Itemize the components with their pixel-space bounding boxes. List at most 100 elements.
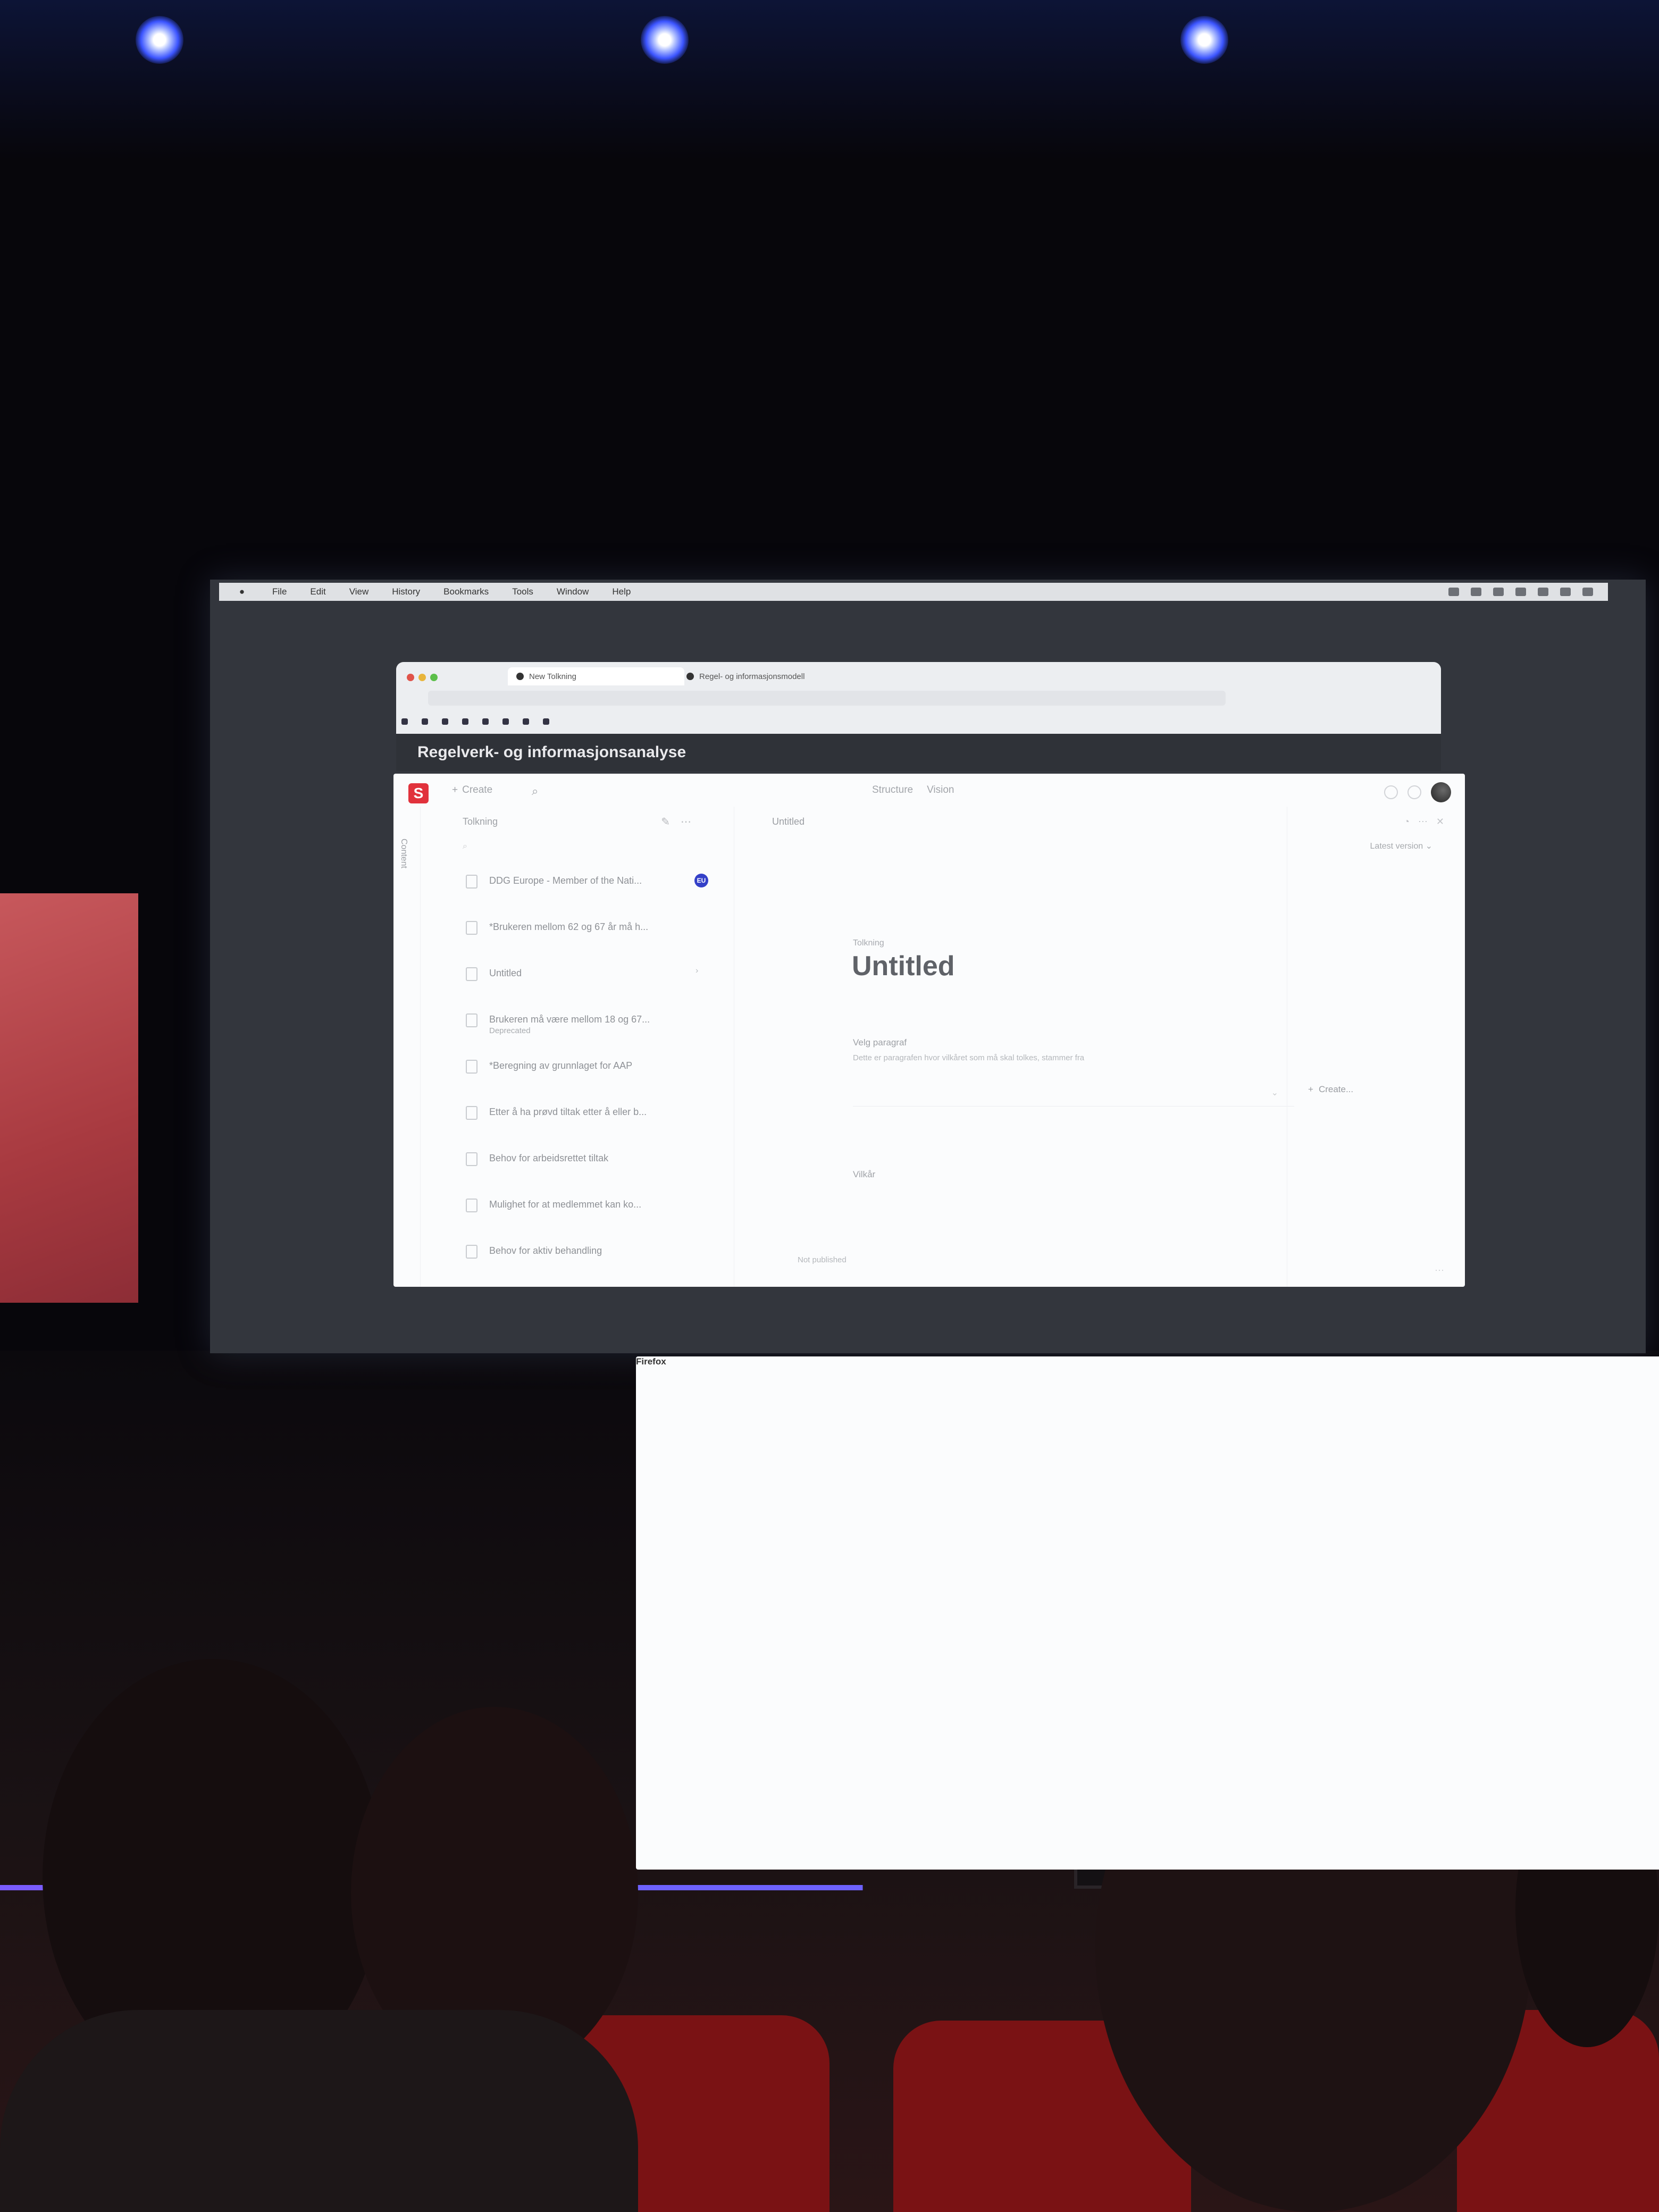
maximize-window-button[interactable] — [430, 674, 438, 681]
bookmark-item[interactable] — [502, 717, 512, 725]
bookmark-icon — [462, 718, 468, 725]
tab-vision[interactable]: Vision — [927, 784, 954, 796]
bookmark-icon — [422, 718, 428, 725]
tray-icon[interactable] — [1493, 588, 1504, 596]
tab-structure[interactable]: Structure — [872, 784, 913, 796]
list-item-title: *Beregning av grunnlaget for AAP — [489, 1060, 633, 1071]
list-item[interactable]: DDG Europe - Member of the Nati... EU — [463, 872, 718, 918]
document-editor: Untitled Tolkning Untitled Velg paragraf… — [734, 807, 1353, 1287]
list-item-title: DDG Europe - Member of the Nati... — [489, 875, 642, 886]
list-item[interactable]: Behov for arbeidsrettet tiltak — [463, 1149, 718, 1195]
more-icon[interactable]: ⋯ — [1418, 816, 1428, 827]
eu-badge-icon: EU — [694, 874, 708, 887]
tab-favicon-icon — [516, 673, 524, 680]
cms-app: S + Create ⌕ Structure Vision Content To… — [393, 774, 1465, 1287]
help-icon[interactable] — [1384, 785, 1398, 799]
menu-tools[interactable]: Tools — [512, 586, 533, 597]
list-item-title: Behov for arbeidsrettet tiltak — [489, 1153, 609, 1163]
bookmark-icon — [543, 718, 549, 725]
search-icon[interactable]: ⌕ — [532, 784, 538, 798]
chevron-down-icon[interactable]: ⌄ — [1271, 1087, 1278, 1098]
bookmark-item[interactable] — [523, 717, 532, 725]
mac-menu-bar: ● Firefox File Edit View History Bookmar… — [219, 583, 1659, 1870]
editor-tab-title: Untitled — [772, 816, 805, 827]
list-item[interactable]: Etter å ha prøvd tiltak etter å eller b.… — [463, 1103, 718, 1149]
plus-icon: + — [452, 784, 458, 795]
create-label: Create — [462, 784, 493, 795]
stage-light — [641, 16, 689, 64]
site-header: Regelverk- og informasjonsanalyse — [396, 734, 1441, 771]
document-icon — [466, 1060, 477, 1074]
menu-bookmarks[interactable]: Bookmarks — [443, 586, 489, 597]
bookmark-item[interactable] — [482, 717, 492, 725]
conditions-field-label: Vilkår — [853, 1169, 876, 1179]
tray-icon[interactable] — [1448, 588, 1459, 596]
list-item[interactable]: Behov for aktiv behandling — [463, 1242, 718, 1287]
document-icon — [466, 967, 477, 981]
menu-edit[interactable]: Edit — [310, 586, 325, 597]
menu-history[interactable]: History — [392, 586, 420, 597]
list-search-input[interactable]: ⌕ — [463, 837, 713, 856]
create-button[interactable]: + Create — [452, 784, 492, 796]
document-icon — [466, 1152, 477, 1166]
notifications-icon[interactable] — [1407, 785, 1421, 799]
tab-label: New Tolkning — [529, 672, 576, 681]
version-selector[interactable]: Latest version ⌄ — [1370, 841, 1432, 851]
list-item[interactable]: Brukeren må være mellom 18 og 67... Depr… — [463, 1010, 718, 1057]
pane-actions: ✎ ⋯ — [661, 815, 691, 828]
close-window-button[interactable] — [407, 674, 414, 681]
document-list: DDG Europe - Member of the Nati... EU *B… — [463, 872, 718, 1287]
document-icon — [466, 875, 477, 889]
tab-label: Regel- og informasjonsmodell — [699, 672, 805, 681]
menu-app-name[interactable]: Firefox — [636, 1356, 1659, 1870]
list-item[interactable]: Mulighet for at medlemmet kan ko... — [463, 1195, 718, 1242]
menu-help[interactable]: Help — [612, 586, 631, 597]
address-bar[interactable] — [428, 691, 1226, 706]
document-title[interactable]: Untitled — [852, 950, 955, 982]
content-rail: Content — [393, 807, 421, 1287]
list-item-selected[interactable]: Untitled › — [463, 964, 718, 1010]
bookmark-item[interactable] — [462, 717, 472, 725]
audience-shoulders — [0, 2010, 638, 2212]
tray-icon[interactable] — [1471, 588, 1481, 596]
close-icon[interactable]: ✕ — [1436, 816, 1444, 827]
apple-icon[interactable]: ● — [235, 586, 249, 597]
bookmark-item[interactable] — [442, 717, 451, 725]
menu-window[interactable]: Window — [557, 586, 589, 597]
bookmark-item[interactable] — [543, 717, 552, 725]
menu-file[interactable]: File — [272, 586, 287, 597]
browser-window: New Tolkning Regel- og informasjonsmodel… — [396, 662, 1441, 734]
status-tray — [1448, 588, 1593, 596]
tray-icon[interactable] — [1515, 588, 1526, 596]
edit-icon[interactable]: ✎ — [661, 815, 670, 828]
list-item[interactable]: *Brukeren mellom 62 og 67 år må h... — [463, 918, 718, 964]
search-icon: ⌕ — [463, 842, 467, 851]
document-actions: ◔ ⋯ ✕ — [1404, 816, 1444, 827]
more-icon[interactable]: ⋯ — [681, 815, 691, 828]
bookmark-item[interactable] — [401, 717, 411, 725]
bookmarks-bar — [401, 713, 1438, 729]
bookmark-item[interactable] — [422, 717, 431, 725]
more-icon[interactable]: ⋯ — [1435, 1265, 1444, 1276]
clock-icon[interactable] — [1582, 588, 1593, 596]
history-icon[interactable]: ◔ — [1404, 816, 1410, 827]
list-item[interactable]: *Beregning av grunnlaget for AAP — [463, 1057, 718, 1103]
wifi-icon[interactable] — [1538, 588, 1548, 596]
paragraph-reference-input[interactable]: ⌄ — [853, 1079, 1294, 1107]
menu-view[interactable]: View — [349, 586, 369, 597]
document-icon — [466, 1013, 477, 1027]
site-title: Regelverk- og informasjonsanalyse — [417, 743, 686, 761]
battery-icon[interactable] — [1560, 588, 1571, 596]
browser-tab[interactable]: Regel- og informasjonsmodell — [678, 667, 870, 685]
app-logo[interactable]: S — [408, 783, 429, 803]
minimize-window-button[interactable] — [418, 674, 426, 681]
bookmark-icon — [482, 718, 489, 725]
avatar[interactable] — [1431, 782, 1451, 802]
document-type-label: Tolkning — [853, 939, 884, 948]
rail-label-content[interactable]: Content — [399, 839, 408, 868]
side-screen — [0, 893, 138, 1303]
list-item-subtitle: Deprecated — [489, 1026, 531, 1035]
photo-scene: ● Firefox File Edit View History Bookmar… — [0, 0, 1659, 2212]
document-icon — [466, 921, 477, 935]
browser-tab-active[interactable]: New Tolkning — [508, 667, 684, 685]
